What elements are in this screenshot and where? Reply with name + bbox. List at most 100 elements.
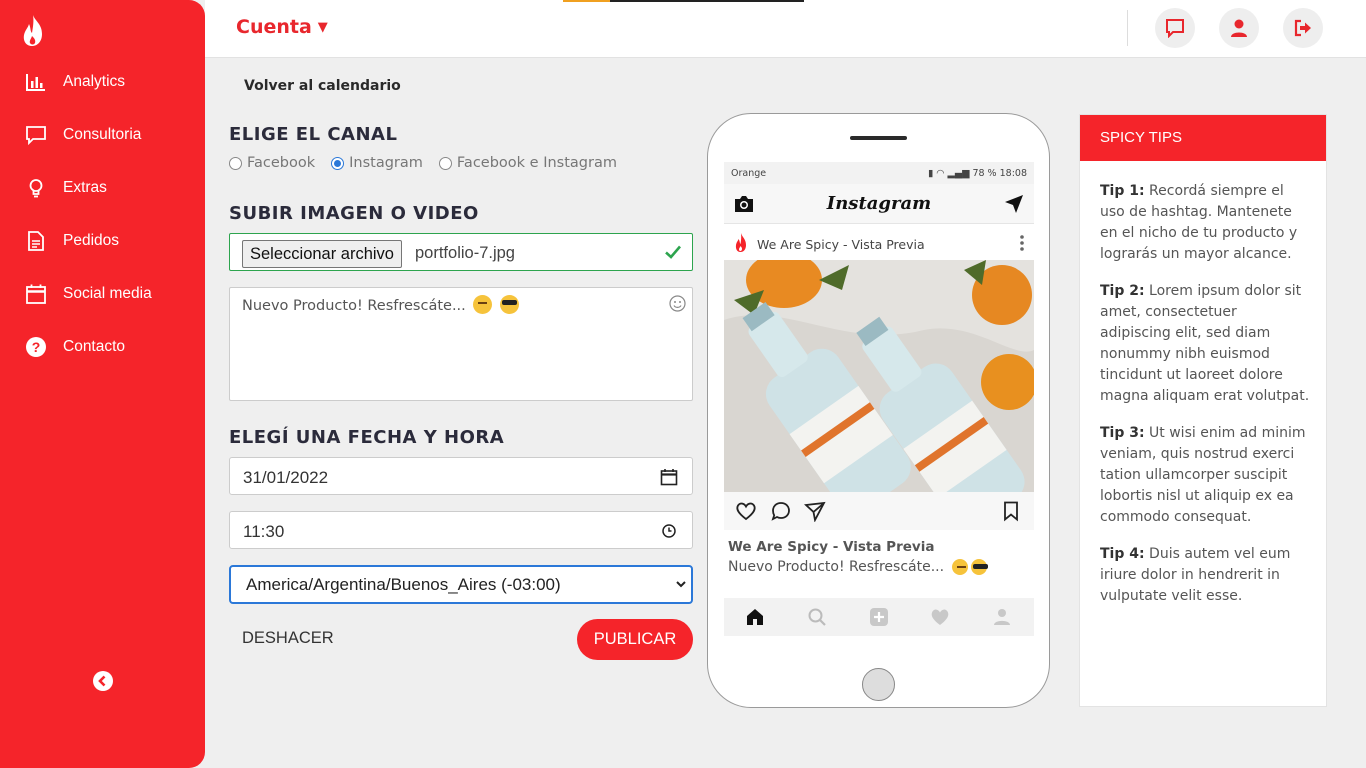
phone-screen: Orange ▮ ◠ ▂▄▆ 78 % 18:08 Instagram We A… — [724, 162, 1034, 639]
chat-icon — [26, 126, 46, 146]
wink-emoji-icon — [951, 559, 968, 575]
sidebar-item-label: Contacto — [63, 338, 126, 355]
carrier-name: Orange — [731, 168, 767, 179]
top-header: Cuenta ▼ — [205, 0, 1366, 58]
tip-item: Tip 3: Ut wisi enim ad minim veniam, qui… — [1100, 423, 1310, 528]
tip-label: Tip 4: — [1100, 546, 1145, 562]
lightbulb-icon — [29, 179, 43, 198]
back-to-calendar-link[interactable]: Volver al calendario — [244, 78, 401, 94]
radio-button-selected[interactable] — [331, 156, 345, 170]
tip-text: Lorem ipsum dolor sit amet, consectetuer… — [1100, 283, 1310, 404]
chevron-left-icon — [98, 675, 106, 687]
collapse-sidebar-button[interactable] — [93, 671, 113, 691]
radio-label: Facebook e Instagram — [456, 155, 617, 171]
sidebar-item-consultoria[interactable]: Consultoria — [0, 117, 205, 153]
document-icon — [28, 231, 44, 251]
sidebar-item-extras[interactable]: Extras — [0, 170, 205, 206]
calendar-icon — [26, 284, 46, 304]
status-icons: ▮ ◠ ▂▄▆ — [927, 168, 973, 179]
bookmark-icon[interactable] — [1000, 500, 1022, 522]
phone-speaker — [850, 136, 907, 140]
more-options-icon — [1020, 235, 1024, 251]
timezone-value: America/Argentina/Buenos_Aires (-03:00) — [246, 575, 561, 594]
radio-label: Instagram — [349, 155, 423, 171]
post-image — [724, 260, 1034, 492]
timezone-select[interactable]: America/Argentina/Buenos_Aires (-03:00) — [229, 565, 693, 604]
messages-icon — [1166, 19, 1184, 38]
profile-icon[interactable] — [992, 607, 1012, 627]
radio-label: Facebook — [247, 155, 316, 171]
file-upload-field[interactable]: Seleccionar archivo portfolio-7.jpg — [229, 233, 693, 271]
tip-item: Tip 4: Duis autem vel eum iriure dolor i… — [1100, 544, 1310, 607]
undo-button[interactable]: DESHACER — [242, 629, 334, 648]
sidebar-item-label: Pedidos — [63, 232, 120, 249]
caption-preview-text: Nuevo Producto! Resfrescáte... — [728, 559, 945, 575]
comment-icon[interactable] — [770, 500, 792, 522]
spicy-flame-icon — [735, 233, 746, 252]
tip-label: Tip 3: — [1100, 425, 1145, 441]
sidebar-item-label: Consultoria — [63, 126, 142, 143]
time-value: 11:30 — [243, 522, 285, 541]
publish-button[interactable]: PUBLICAR — [577, 619, 693, 660]
calendar-picker-icon[interactable] — [660, 468, 678, 486]
radio-instagram[interactable]: Instagram — [331, 155, 423, 171]
tips-title: SPICY TIPS — [1080, 115, 1326, 161]
account-label: Cuenta — [236, 16, 312, 38]
radio-button[interactable] — [229, 156, 242, 170]
sunglasses-emoji-icon — [970, 559, 988, 575]
share-icon[interactable] — [804, 500, 826, 522]
phone-preview: Orange ▮ ◠ ▂▄▆ 78 % 18:08 Instagram We A… — [707, 113, 1050, 708]
radio-button[interactable] — [438, 156, 452, 170]
select-file-button[interactable]: Seleccionar archivo — [242, 240, 402, 268]
sunglasses-emoji-icon — [500, 295, 519, 314]
spicy-tips-panel: SPICY TIPS Tip 1: Recordá siempre el uso… — [1079, 114, 1327, 707]
sidebar-item-label: Extras — [63, 179, 107, 196]
profile-button[interactable] — [1219, 8, 1259, 48]
status-bar: Orange ▮ ◠ ▂▄▆ 78 % 18:08 — [724, 162, 1034, 184]
question-icon: ? — [26, 337, 46, 357]
heart-icon[interactable] — [735, 500, 757, 522]
sidebar-item-label: Analytics — [63, 73, 126, 90]
logout-button[interactable] — [1283, 8, 1323, 48]
home-icon[interactable] — [745, 607, 765, 627]
upload-section-title: SUBIR IMAGEN O VIDEO — [229, 203, 479, 224]
add-post-icon[interactable] — [869, 607, 889, 627]
clock-icon[interactable] — [660, 522, 678, 540]
wink-emoji-icon — [473, 295, 493, 314]
status-right: ▮ ◠ ▂▄▆ 78 % 18:08 — [928, 168, 1027, 179]
caption-text: Nuevo Producto! Resfrescáte... — [242, 298, 466, 314]
bar-chart-icon — [26, 74, 45, 91]
loading-bar — [563, 0, 610, 2]
channel-section-title: ELIGE EL CANAL — [229, 124, 398, 145]
tips-list: Tip 1: Recordá siempre el uso de hashtag… — [1100, 181, 1310, 623]
messages-button[interactable] — [1155, 8, 1195, 48]
sidebar: Analytics Consultoria Extras Pedidos Soc… — [0, 0, 205, 768]
user-icon — [1231, 19, 1247, 37]
sidebar-item-social-media[interactable]: Social media — [0, 276, 205, 312]
tip-item: Tip 1: Recordá siempre el uso de hashtag… — [1100, 181, 1310, 265]
caption-username: We Are Spicy - Vista Previa — [728, 539, 935, 555]
instagram-logo: Instagram — [826, 193, 932, 214]
post-username: We Are Spicy - Vista Previa — [757, 237, 925, 252]
flame-logo-icon[interactable] — [20, 14, 46, 48]
radio-facebook-instagram[interactable]: Facebook e Instagram — [438, 155, 617, 171]
radio-facebook[interactable]: Facebook — [229, 155, 315, 171]
caption-textarea[interactable]: Nuevo Producto! Resfrescáte... — [229, 287, 693, 401]
file-name: portfolio-7.jpg — [415, 244, 515, 262]
account-dropdown[interactable]: Cuenta ▼ — [236, 16, 328, 38]
datetime-section-title: ELEGÍ UNA FECHA Y HORA — [229, 427, 505, 448]
emoji-picker-icon[interactable] — [669, 295, 686, 312]
sidebar-item-pedidos[interactable]: Pedidos — [0, 223, 205, 259]
sidebar-item-contacto[interactable]: ? Contacto — [0, 329, 205, 365]
activity-heart-icon[interactable] — [930, 607, 950, 627]
search-icon[interactable] — [807, 607, 827, 627]
time-input[interactable]: 11:30 — [229, 511, 693, 549]
phone-home-button[interactable] — [862, 668, 895, 701]
tip-label: Tip 2: — [1100, 283, 1145, 299]
loading-bar-track — [610, 0, 804, 2]
sidebar-item-analytics[interactable]: Analytics — [0, 64, 205, 100]
date-input[interactable]: 31/01/2022 — [229, 457, 693, 495]
check-icon — [665, 245, 681, 259]
date-value: 31/01/2022 — [243, 468, 329, 487]
sidebar-item-label: Social media — [63, 285, 152, 302]
